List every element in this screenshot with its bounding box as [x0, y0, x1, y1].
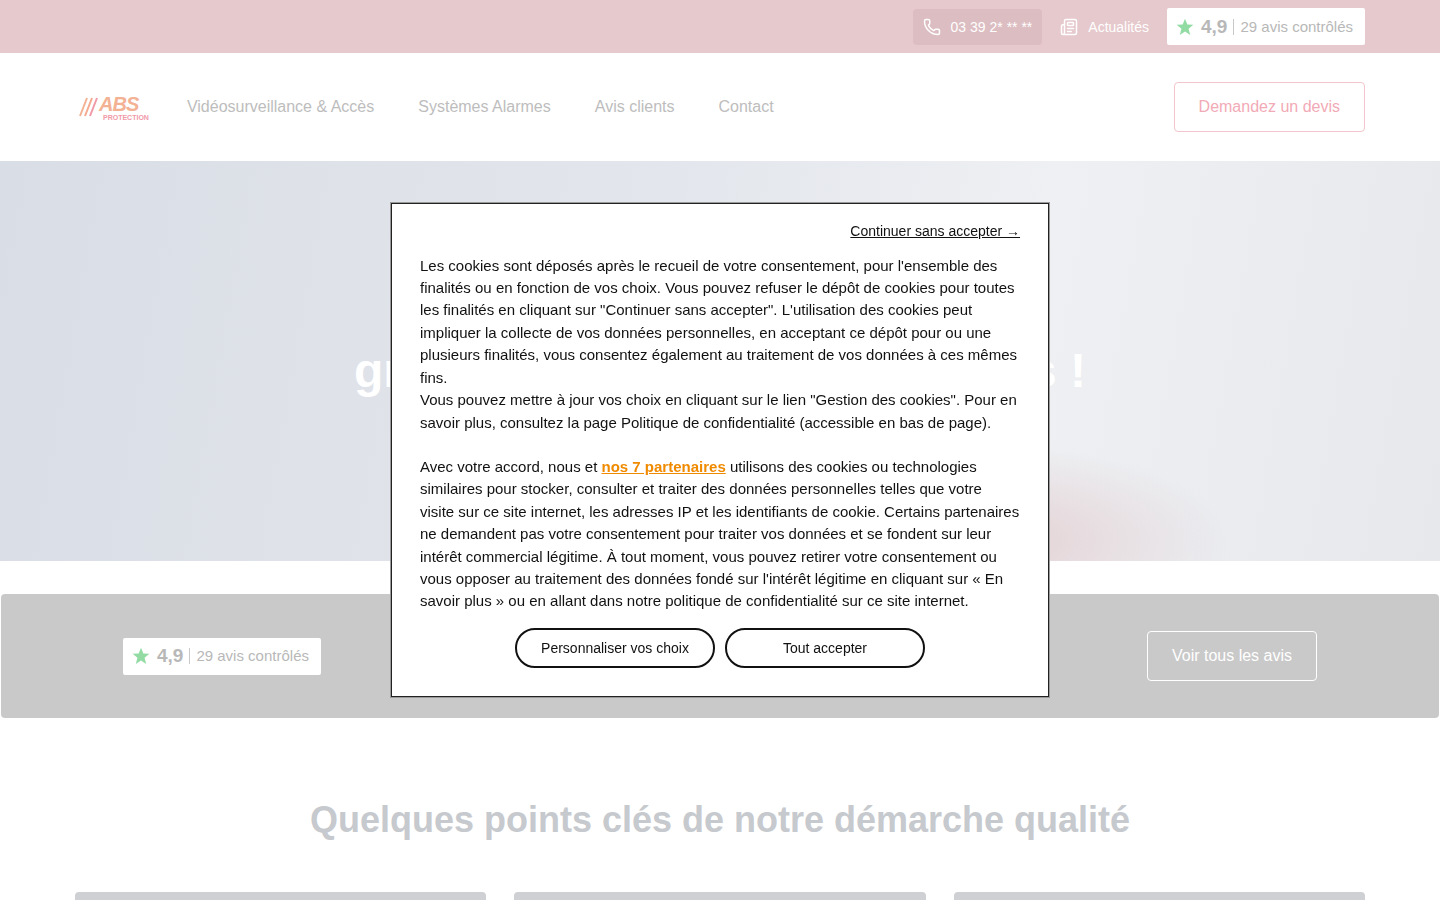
news-label: Actualités	[1088, 19, 1149, 35]
main-nav: ABSPROTECTION Vidéosurveillance & Accès Sy…	[0, 53, 1440, 161]
phone-link[interactable]: 03 39 2* ** **	[913, 9, 1043, 45]
rating-count: 29 avis contrôlés	[1233, 19, 1353, 35]
top-rating-badge[interactable]: 4,9 29 avis contrôlés	[1167, 8, 1365, 45]
cookie-text: Vous pouvez mettre à jour vos choix en c…	[420, 389, 1020, 434]
logo[interactable]: ABSPROTECTION	[78, 94, 149, 121]
nav-item[interactable]: Contact	[718, 98, 773, 116]
nav-item[interactable]: Systèmes Alarmes	[418, 98, 550, 116]
newspaper-icon	[1060, 18, 1078, 36]
rating-count: 29 avis contrôlés	[189, 648, 309, 664]
page: 03 39 2* ** ** Actualités 4,9 29 avis contr…	[0, 0, 1440, 900]
cookie-partners-text: Avec votre accord, nous et nos 7 partena…	[420, 456, 1020, 613]
cookie-button[interactable]: Tout accepter	[725, 628, 925, 668]
phone-icon	[923, 18, 941, 36]
star-icon	[131, 646, 151, 666]
nav-list: Vidéosurveillance & Accès Systèmes Alarme…	[187, 98, 1174, 116]
rating-score: 4,9	[1201, 16, 1227, 38]
news-link[interactable]: Actualités	[1058, 18, 1151, 36]
quality-card	[954, 892, 1365, 900]
cards	[75, 892, 1365, 900]
star-icon	[1175, 17, 1195, 37]
section-title: Quelques points clés de notre démarche q…	[0, 798, 1440, 842]
all-reviews-button[interactable]: Voir tous les avis	[1147, 631, 1317, 681]
cookie-dialog: Continuer sans accepter → Les cookies son…	[391, 203, 1049, 697]
logo-sub: PROTECTION	[103, 114, 149, 121]
reviews-rating-badge[interactable]: 4,9 29 avis contrôlés	[123, 638, 321, 675]
top-bar: 03 39 2* ** ** Actualités 4,9 29 avis contr…	[0, 0, 1440, 53]
cookie-overlay: Continuer sans accepter → Les cookies son…	[0, 0, 1440, 900]
nav-item[interactable]: Avis clients	[595, 98, 675, 116]
nav-item[interactable]: Vidéosurveillance & Accès	[187, 98, 374, 116]
rating-score: 4,9	[157, 645, 183, 667]
logo-stripes-icon	[78, 94, 98, 120]
quality-card	[514, 892, 925, 900]
cookie-button[interactable]: Personnaliser vos choix	[515, 628, 715, 668]
phone-number: 03 39 2* ** **	[951, 19, 1033, 35]
quality-card	[75, 892, 486, 900]
continue-without-accepting-link[interactable]: Continuer sans accepter →	[850, 220, 1020, 242]
logo-brand: ABS	[99, 94, 149, 114]
partners-link[interactable]: nos 7 partenaires	[602, 458, 726, 475]
cookie-text: Les cookies sont déposés après le recuei…	[420, 255, 1020, 389]
quote-button[interactable]: Demandez un devis	[1174, 82, 1365, 132]
